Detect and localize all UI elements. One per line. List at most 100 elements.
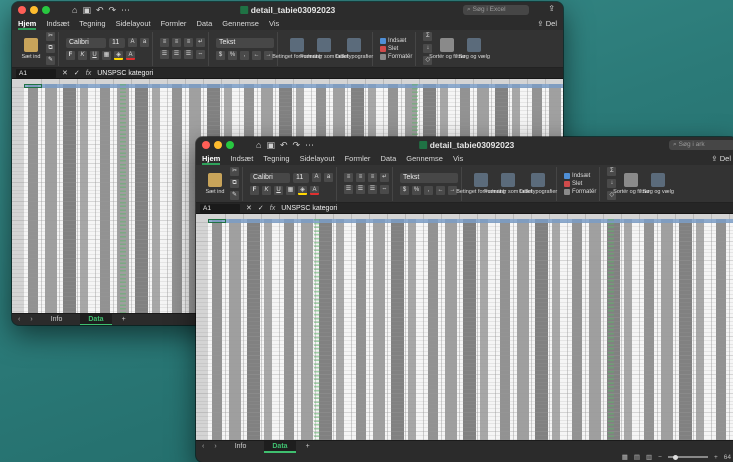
fill-color-icon[interactable]: ◈ xyxy=(298,185,307,195)
formula-input[interactable]: UNSPSC kategori xyxy=(97,70,153,77)
align-top-icon[interactable]: ≡ xyxy=(344,173,353,182)
tab-formler[interactable]: Formler xyxy=(345,154,371,165)
sort-filter-button[interactable]: Sortér og filtrer xyxy=(613,168,650,200)
undo-icon[interactable]: ↶ xyxy=(280,140,288,151)
insert-cells-button[interactable]: Indsæt xyxy=(564,172,596,179)
merge-icon[interactable]: ⇔ xyxy=(380,185,389,194)
number-format-select[interactable]: Tekst xyxy=(400,172,458,183)
page-layout-view-icon[interactable]: ▤ xyxy=(634,453,640,461)
tab-sidelayout[interactable]: Sidelayout xyxy=(300,154,335,165)
wrap-text-icon[interactable]: ↵ xyxy=(380,173,389,182)
align-right-icon[interactable]: ☰ xyxy=(184,50,193,59)
fill-icon[interactable]: ↓ xyxy=(423,44,433,53)
cancel-icon[interactable]: ✕ xyxy=(246,204,252,212)
align-right-icon[interactable]: ☰ xyxy=(368,185,377,194)
cell-styles-button[interactable]: Celletypografier xyxy=(335,33,373,65)
copy-icon[interactable]: ⧉ xyxy=(230,179,239,188)
delete-cells-button[interactable]: Slet xyxy=(380,45,412,52)
tab-data[interactable]: Data xyxy=(380,154,396,165)
close-window-button[interactable] xyxy=(18,6,26,14)
thousands-icon[interactable]: , xyxy=(424,185,433,195)
cancel-icon[interactable]: ✕ xyxy=(62,69,68,77)
delete-cells-button[interactable]: Slet xyxy=(564,180,596,187)
tab-tegning[interactable]: Tegning xyxy=(263,154,289,165)
cut-icon[interactable]: ✂ xyxy=(46,32,55,41)
name-box[interactable]: A1 xyxy=(16,68,56,78)
tab-indsaet[interactable]: Indsæt xyxy=(46,19,69,30)
paste-button[interactable]: Sæt ind xyxy=(203,168,227,200)
add-sheet-icon[interactable]: + xyxy=(306,443,310,450)
increase-decimal-icon[interactable]: ← xyxy=(252,50,261,60)
tab-indsaet[interactable]: Indsæt xyxy=(230,154,253,165)
fx-icon[interactable]: fx xyxy=(270,205,275,212)
zoom-slider[interactable] xyxy=(667,454,708,460)
grow-font-icon[interactable]: A xyxy=(312,173,321,182)
tab-gennemse[interactable]: Gennemse xyxy=(222,19,259,30)
sheet-tab-info[interactable]: Info xyxy=(227,443,255,450)
increase-decimal-icon[interactable]: ← xyxy=(436,185,445,195)
sheet-tab-data[interactable]: Data xyxy=(264,440,296,453)
format-as-table-button[interactable]: Formatér som tabel xyxy=(484,168,532,200)
column-headers[interactable] xyxy=(24,79,563,84)
fx-icon[interactable]: fx xyxy=(86,70,91,77)
align-left-icon[interactable]: ☰ xyxy=(344,185,353,194)
format-as-table-button[interactable]: Formatér som tabel xyxy=(300,33,348,65)
font-name-select[interactable]: Calibri xyxy=(250,172,290,183)
format-painter-icon[interactable]: ✎ xyxy=(230,191,239,200)
thousands-icon[interactable]: , xyxy=(240,50,249,60)
sort-filter-button[interactable]: Sortér og filtrer xyxy=(429,33,466,65)
tab-vis[interactable]: Vis xyxy=(269,19,279,30)
home-icon[interactable]: ⌂ xyxy=(256,140,261,150)
font-name-select[interactable]: Calibri xyxy=(66,37,106,48)
home-icon[interactable]: ⌂ xyxy=(72,5,77,15)
tab-data[interactable]: Data xyxy=(196,19,212,30)
more-icon[interactable]: ⋯ xyxy=(305,140,314,151)
currency-icon[interactable]: $ xyxy=(216,50,225,60)
paste-button[interactable]: Sæt ind xyxy=(19,33,43,65)
cell-area[interactable] xyxy=(208,219,733,440)
redo-icon[interactable]: ↷ xyxy=(109,5,117,16)
confirm-icon[interactable]: ✓ xyxy=(74,69,80,77)
shrink-font-icon[interactable]: a xyxy=(324,173,333,182)
bold-button[interactable]: F xyxy=(250,185,259,195)
normal-view-icon[interactable]: ▦ xyxy=(622,453,628,461)
row-headers[interactable] xyxy=(196,219,208,440)
align-center-icon[interactable]: ☰ xyxy=(356,185,365,194)
next-sheet-icon[interactable]: › xyxy=(30,316,32,323)
copy-icon[interactable]: ⧉ xyxy=(46,44,55,53)
excel-window-front[interactable]: ⌂ ▣ ↶ ↷ ⋯ detail_tabie03092023 ⌕ Søg i a… xyxy=(196,137,733,462)
minimize-window-button[interactable] xyxy=(30,6,38,14)
save-icon[interactable]: ▣ xyxy=(82,5,91,16)
tab-tegning[interactable]: Tegning xyxy=(79,19,105,30)
format-painter-icon[interactable]: ✎ xyxy=(46,56,55,65)
save-icon[interactable]: ▣ xyxy=(266,140,275,151)
border-icon[interactable]: ▦ xyxy=(286,185,295,195)
formula-input[interactable]: UNSPSC kategori xyxy=(281,205,337,212)
border-icon[interactable]: ▦ xyxy=(102,50,111,60)
tab-hjem[interactable]: Hjem xyxy=(18,19,37,30)
tab-gennemse[interactable]: Gennemse xyxy=(406,154,443,165)
grow-font-icon[interactable]: A xyxy=(128,38,137,47)
autosum-icon[interactable]: Σ xyxy=(607,167,617,176)
bold-button[interactable]: F xyxy=(66,50,75,60)
next-sheet-icon[interactable]: › xyxy=(214,443,216,450)
share-button[interactable]: ⇪ Del xyxy=(711,154,731,163)
font-size-select[interactable]: 11 xyxy=(109,37,125,48)
number-format-select[interactable]: Tekst xyxy=(216,37,274,48)
conditional-format-button[interactable]: Betinget formatering xyxy=(456,168,506,200)
fill-icon[interactable]: ↓ xyxy=(607,179,617,188)
conditional-format-button[interactable]: Betinget formatering xyxy=(272,33,322,65)
percent-icon[interactable]: % xyxy=(412,185,421,195)
row-headers[interactable] xyxy=(12,84,24,313)
shrink-font-icon[interactable]: a xyxy=(140,38,149,47)
tab-sidelayout[interactable]: Sidelayout xyxy=(116,19,151,30)
page-break-view-icon[interactable]: ▥ xyxy=(646,453,652,461)
align-bottom-icon[interactable]: ≡ xyxy=(368,173,377,182)
cell-styles-button[interactable]: Celletypografier xyxy=(519,168,557,200)
format-cells-button[interactable]: Formatér xyxy=(380,53,412,60)
close-window-button[interactable] xyxy=(202,141,210,149)
font-color-icon[interactable]: A xyxy=(126,50,135,60)
underline-button[interactable]: U xyxy=(274,185,283,195)
name-box[interactable]: A1 xyxy=(200,203,240,213)
zoom-slider-knob[interactable] xyxy=(672,454,678,460)
